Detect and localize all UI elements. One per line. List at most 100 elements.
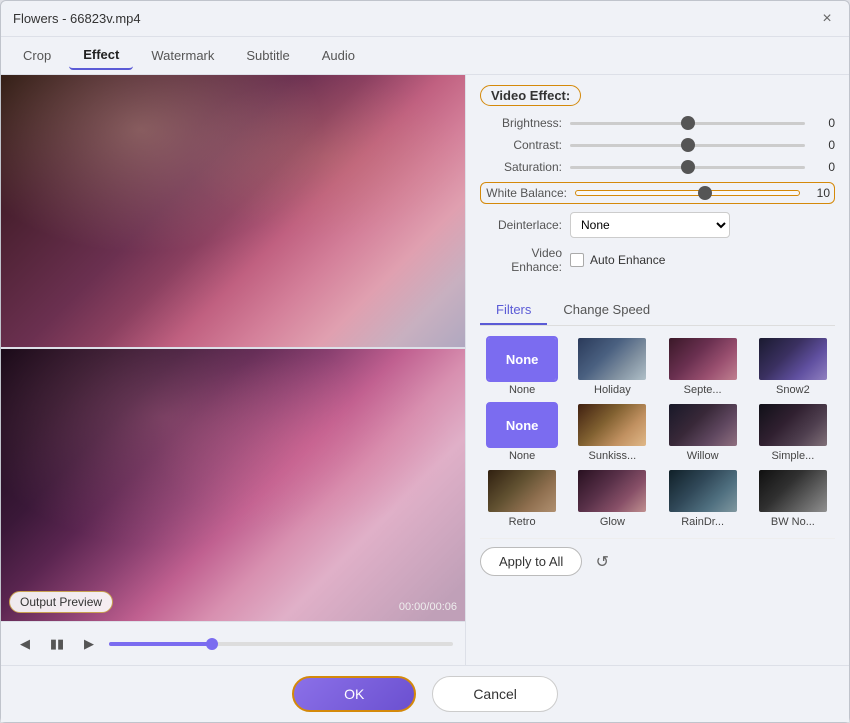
filter-willow[interactable]: Willow: [661, 402, 745, 462]
prev-frame-button[interactable]: ◀: [13, 632, 37, 656]
filter-name-snow2: Snow2: [776, 384, 810, 396]
white-balance-value: 10: [800, 186, 830, 200]
saturation-thumb[interactable]: [681, 160, 695, 174]
progress-fill: [109, 642, 212, 646]
apply-bar: Apply to All ↺: [480, 538, 835, 576]
filter-holiday[interactable]: Holiday: [570, 336, 654, 396]
saturation-slider[interactable]: [570, 166, 805, 169]
video-bg-top-img: [1, 75, 465, 347]
video-preview-top: [1, 75, 465, 347]
controls-bar: ◀ ▮▮ ▶: [1, 621, 465, 665]
filter-name-none1: None: [509, 384, 535, 396]
brightness-thumb[interactable]: [681, 116, 695, 130]
filters-tab-bar: Filters Change Speed: [480, 296, 835, 326]
saturation-label: Saturation:: [480, 160, 570, 174]
tab-subtitle[interactable]: Subtitle: [232, 42, 303, 69]
filter-retro[interactable]: Retro: [480, 468, 564, 528]
white-balance-row: White Balance: 10: [480, 182, 835, 204]
filter-name-retro: Retro: [509, 516, 536, 528]
progress-bar[interactable]: [109, 642, 453, 646]
apply-to-all-button[interactable]: Apply to All: [480, 547, 582, 576]
filter-septe[interactable]: Septe...: [661, 336, 745, 396]
filter-thumb-simple: [757, 402, 829, 448]
auto-enhance-checkbox[interactable]: [570, 253, 584, 267]
saturation-row: Saturation: 0: [480, 160, 835, 174]
progress-thumb[interactable]: [206, 638, 218, 650]
branches-overlay: [1, 75, 465, 347]
filter-thumb-none1: None: [486, 336, 558, 382]
contrast-row: Contrast: 0: [480, 138, 835, 152]
tab-effect[interactable]: Effect: [69, 41, 133, 70]
tab-change-speed[interactable]: Change Speed: [547, 296, 666, 325]
brightness-value: 0: [805, 116, 835, 130]
tab-bar: Crop Effect Watermark Subtitle Audio: [1, 37, 849, 75]
footer-buttons: OK Cancel: [1, 665, 849, 722]
filter-thumb-retro: [486, 468, 558, 514]
brightness-slider[interactable]: [570, 122, 805, 125]
filter-name-holiday: Holiday: [594, 384, 631, 396]
deinterlace-row: Deinterlace: None Bob Blend Yadif: [480, 212, 835, 238]
filter-thumb-willow: [667, 402, 739, 448]
deinterlace-select[interactable]: None Bob Blend Yadif: [570, 212, 730, 238]
video-preview-bottom: Output Preview 00:00/00:06: [1, 349, 465, 621]
white-balance-slider[interactable]: [575, 190, 800, 196]
pause-button[interactable]: ▮▮: [45, 632, 69, 656]
filter-img-sunkiss: [578, 404, 646, 446]
filter-raindr[interactable]: RainDr...: [661, 468, 745, 528]
filter-glow[interactable]: Glow: [570, 468, 654, 528]
filter-img-septe: [669, 338, 737, 380]
video-enhance-row: Video Enhance: Auto Enhance: [480, 246, 835, 274]
timestamp-label: 00:00/00:06: [399, 601, 457, 613]
filter-thumb-bwno: [757, 468, 829, 514]
filter-name-simple: Simple...: [771, 450, 814, 462]
window-title: Flowers - 66823v.mp4: [13, 11, 141, 26]
filter-none2[interactable]: None None: [480, 402, 564, 462]
filter-name-willow: Willow: [687, 450, 719, 462]
refresh-button[interactable]: ↺: [588, 548, 616, 576]
video-bg-bottom-img: [1, 349, 465, 621]
filter-img-simple: [759, 404, 827, 446]
filter-thumb-sunkiss: [576, 402, 648, 448]
main-content: Output Preview 00:00/00:06 ◀ ▮▮ ▶ Video …: [1, 75, 849, 665]
video-effect-section: Video Effect: Brightness: 0 Contrast: 0: [480, 85, 835, 286]
close-button[interactable]: ×: [817, 9, 837, 29]
white-balance-label: White Balance:: [485, 186, 575, 200]
filter-bwno[interactable]: BW No...: [751, 468, 835, 528]
main-window: Flowers - 66823v.mp4 × Crop Effect Water…: [0, 0, 850, 723]
auto-enhance-label: Auto Enhance: [590, 253, 665, 267]
right-panel: Video Effect: Brightness: 0 Contrast: 0: [466, 75, 849, 665]
filter-snow2[interactable]: Snow2: [751, 336, 835, 396]
cancel-button[interactable]: Cancel: [432, 676, 558, 712]
tab-crop[interactable]: Crop: [9, 42, 65, 69]
filter-name-septe: Septe...: [684, 384, 722, 396]
next-frame-button[interactable]: ▶: [77, 632, 101, 656]
tab-filters[interactable]: Filters: [480, 296, 547, 325]
filter-img-retro: [488, 470, 556, 512]
brightness-row: Brightness: 0: [480, 116, 835, 130]
filter-name-raindr: RainDr...: [681, 516, 724, 528]
filter-name-glow: Glow: [600, 516, 625, 528]
filter-thumb-none2: None: [486, 402, 558, 448]
filter-sunkiss[interactable]: Sunkiss...: [570, 402, 654, 462]
title-bar: Flowers - 66823v.mp4 ×: [1, 1, 849, 37]
filter-img-glow: [578, 470, 646, 512]
filter-simple[interactable]: Simple...: [751, 402, 835, 462]
tab-watermark[interactable]: Watermark: [137, 42, 228, 69]
contrast-thumb[interactable]: [681, 138, 695, 152]
filter-img-raindr: [669, 470, 737, 512]
filter-none1[interactable]: None None: [480, 336, 564, 396]
contrast-slider[interactable]: [570, 144, 805, 147]
filter-none2-label: None: [488, 404, 556, 446]
filter-none1-label: None: [488, 338, 556, 380]
tab-audio[interactable]: Audio: [308, 42, 369, 69]
filter-name-sunkiss: Sunkiss...: [589, 450, 637, 462]
ok-button[interactable]: OK: [292, 676, 416, 712]
filter-img-bwno: [759, 470, 827, 512]
contrast-label: Contrast:: [480, 138, 570, 152]
filter-img-willow: [669, 404, 737, 446]
filters-grid: None None Holiday Septe..: [480, 336, 835, 528]
white-balance-thumb[interactable]: [698, 186, 712, 200]
filter-name-none2: None: [509, 450, 535, 462]
filter-img-holiday: [578, 338, 646, 380]
filters-section: Filters Change Speed None None: [480, 296, 835, 576]
